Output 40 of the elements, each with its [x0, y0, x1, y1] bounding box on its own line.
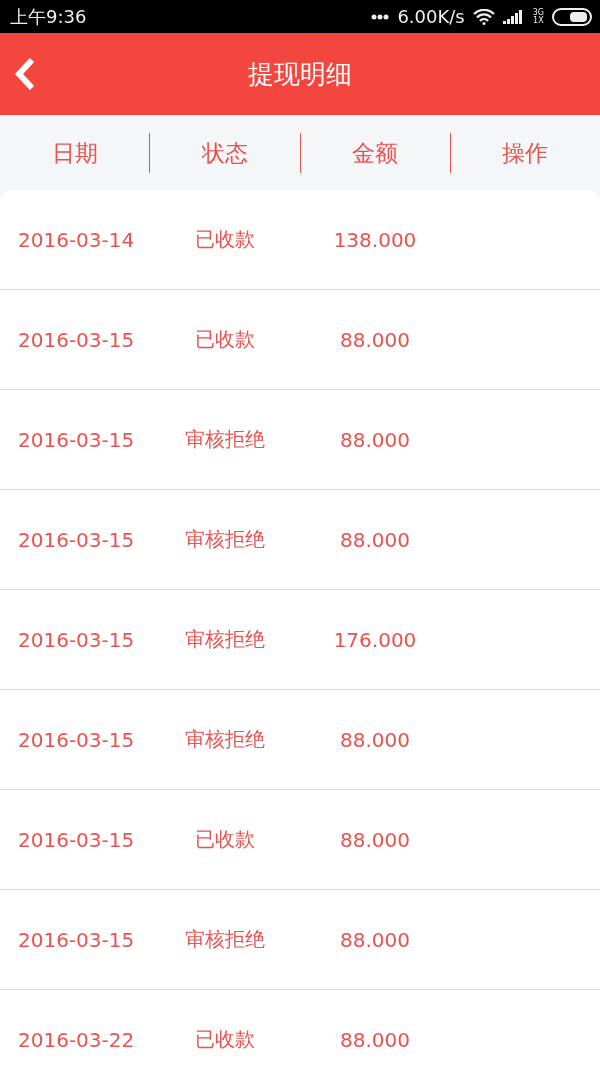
amount-cell-text: 176.000 — [332, 627, 418, 652]
status-cell-text: 已收款 — [194, 226, 256, 253]
back-icon[interactable] — [14, 57, 36, 91]
amount-cell-text: 88.000 — [339, 827, 411, 852]
date-cell-text: 2016-03-15 — [17, 627, 136, 652]
status-cell-text: 审核拒绝 — [184, 626, 266, 653]
column-header: 日期 — [51, 139, 98, 166]
network-type: 3G 1X — [532, 8, 544, 25]
status-cell-text: 已收款 — [194, 826, 256, 853]
status-cell-text: 审核拒绝 — [184, 426, 266, 453]
amount-cell-text: 88.000 — [339, 527, 411, 552]
status-cell-text: 已收款 — [194, 326, 256, 353]
amount-cell-text: 88.000 — [339, 927, 411, 952]
column-header: 金额 — [352, 139, 399, 166]
network-speed: 6.00K/s — [397, 6, 465, 27]
date-cell-text: 2016-03-15 — [17, 727, 136, 752]
date-cell-text: 2016-03-22 — [17, 1027, 136, 1052]
more-icon — [371, 13, 390, 20]
status-cell-text: 审核拒绝 — [184, 926, 266, 953]
date-cell-text: 2016-03-15 — [17, 327, 136, 352]
date-cell-text: 2016-03-15 — [17, 527, 136, 552]
date-cell-text: 2016-03-15 — [17, 827, 136, 852]
clock: 上午9:36 — [10, 4, 87, 29]
column-header: 状态 — [201, 139, 248, 166]
status-cell-text: 审核拒绝 — [184, 726, 266, 753]
date-cell-text: 2016-03-15 — [17, 427, 136, 452]
status-cell-text: 审核拒绝 — [184, 526, 266, 553]
status-cell-text: 已收款 — [194, 1026, 256, 1053]
column-header: 操作 — [502, 139, 549, 166]
date-cell-text: 2016-03-14 — [17, 227, 136, 252]
wifi-icon — [472, 8, 495, 25]
amount-cell-text: 138.000 — [332, 227, 418, 252]
signal-icon — [502, 9, 525, 24]
date-cell-text: 2016-03-15 — [17, 927, 136, 952]
amount-cell-text: 88.000 — [339, 727, 411, 752]
page-title: 提现明细 — [248, 57, 352, 91]
battery-icon — [552, 7, 592, 26]
amount-cell-text: 88.000 — [339, 327, 411, 352]
amount-cell-text: 88.000 — [339, 427, 411, 452]
amount-cell-text: 88.000 — [339, 1027, 411, 1052]
